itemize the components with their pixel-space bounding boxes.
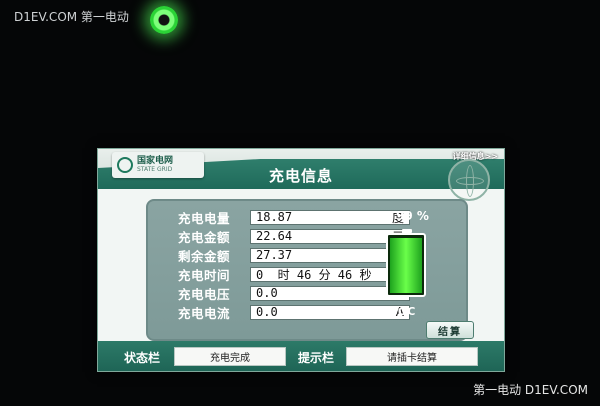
charge-info-panel: 充电电量 18.87 度 充电金额 22.64 元 剩余金额 27.37 元 充… <box>146 199 468 341</box>
info-label: 充电电压 <box>178 286 231 302</box>
value-text: 0 时 46 分 46 秒 <box>256 267 372 282</box>
header: 国家电网 STATE GRID 充电信息 详细信息>> <box>98 149 504 201</box>
battery-cap <box>402 229 412 233</box>
info-row-voltage: 充电电压 0.0 V <box>178 285 410 302</box>
info-label: 充电电量 <box>178 210 231 226</box>
power-indicator-light <box>150 6 178 34</box>
battery-fill-level <box>390 238 422 293</box>
hint-value: 请插卡结算 <box>346 347 478 366</box>
soc-percent: 99 % <box>396 209 429 223</box>
status-label: 状态栏 <box>124 351 161 365</box>
charging-terminal-screen: 国家电网 STATE GRID 充电信息 详细信息>> 充电电量 18.87 度… <box>97 148 505 372</box>
info-row-energy: 充电电量 18.87 度 <box>178 209 410 226</box>
value-text: 0.0 <box>256 286 278 300</box>
info-row-balance: 剩余金额 27.37 元 <box>178 247 410 264</box>
watermark-top: D1EV.COM 第一电动 <box>14 10 129 24</box>
value-text: 18.87 <box>256 210 293 224</box>
info-row-current: 充电电流 0.0 A <box>178 304 410 321</box>
info-label: 剩余金额 <box>178 248 231 264</box>
info-label: 充电金额 <box>178 229 231 245</box>
info-row-time: 充电时间 0 时 46 分 46 秒 <box>178 266 410 283</box>
battery-icon <box>386 229 426 297</box>
soc-label: SOC <box>390 305 416 318</box>
page-title: 充电信息 <box>268 167 333 185</box>
hint-label: 提示栏 <box>298 351 335 365</box>
info-value: 0.0 A <box>250 304 410 320</box>
info-label: 充电时间 <box>178 267 231 283</box>
value-text: 27.37 <box>256 248 293 262</box>
value-text: 22.64 <box>256 229 293 243</box>
info-row-amount: 充电金额 22.64 元 <box>178 228 410 245</box>
value-text: 0.0 <box>256 305 278 319</box>
settle-button[interactable]: 结算 <box>426 321 474 339</box>
globe-icon <box>448 159 490 201</box>
info-value: 18.87 度 <box>250 209 410 225</box>
info-label: 充电电流 <box>178 305 231 321</box>
status-value: 充电完成 <box>174 347 286 366</box>
watermark-bottom: 第一电动 D1EV.COM <box>473 383 588 397</box>
status-bar: 状态栏 充电完成 提示栏 请插卡结算 <box>98 341 504 371</box>
